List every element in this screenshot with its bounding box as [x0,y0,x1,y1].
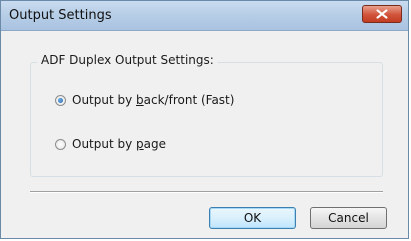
ok-button[interactable]: OK [209,207,296,229]
radio-output-by-page[interactable]: Output by page [55,137,166,151]
window-title: Output Settings [9,8,112,23]
separator [30,191,383,193]
group-label: ADF Duplex Output Settings: [37,53,218,67]
title-bar: Output Settings [1,1,408,31]
close-button[interactable] [362,5,402,23]
radio-button-checked[interactable] [55,94,66,106]
output-settings-dialog: Output Settings ADF Duplex Output Settin… [0,0,409,239]
radio-label-back-front: Output by back/front (Fast) [72,93,235,107]
radio-label-page: Output by page [72,137,167,151]
radio-button-unchecked[interactable] [55,138,66,150]
radio-output-by-back-front[interactable]: Output by back/front (Fast) [55,93,234,107]
close-icon [376,9,388,19]
cancel-button[interactable]: Cancel [310,207,387,229]
adf-duplex-group [30,62,383,177]
